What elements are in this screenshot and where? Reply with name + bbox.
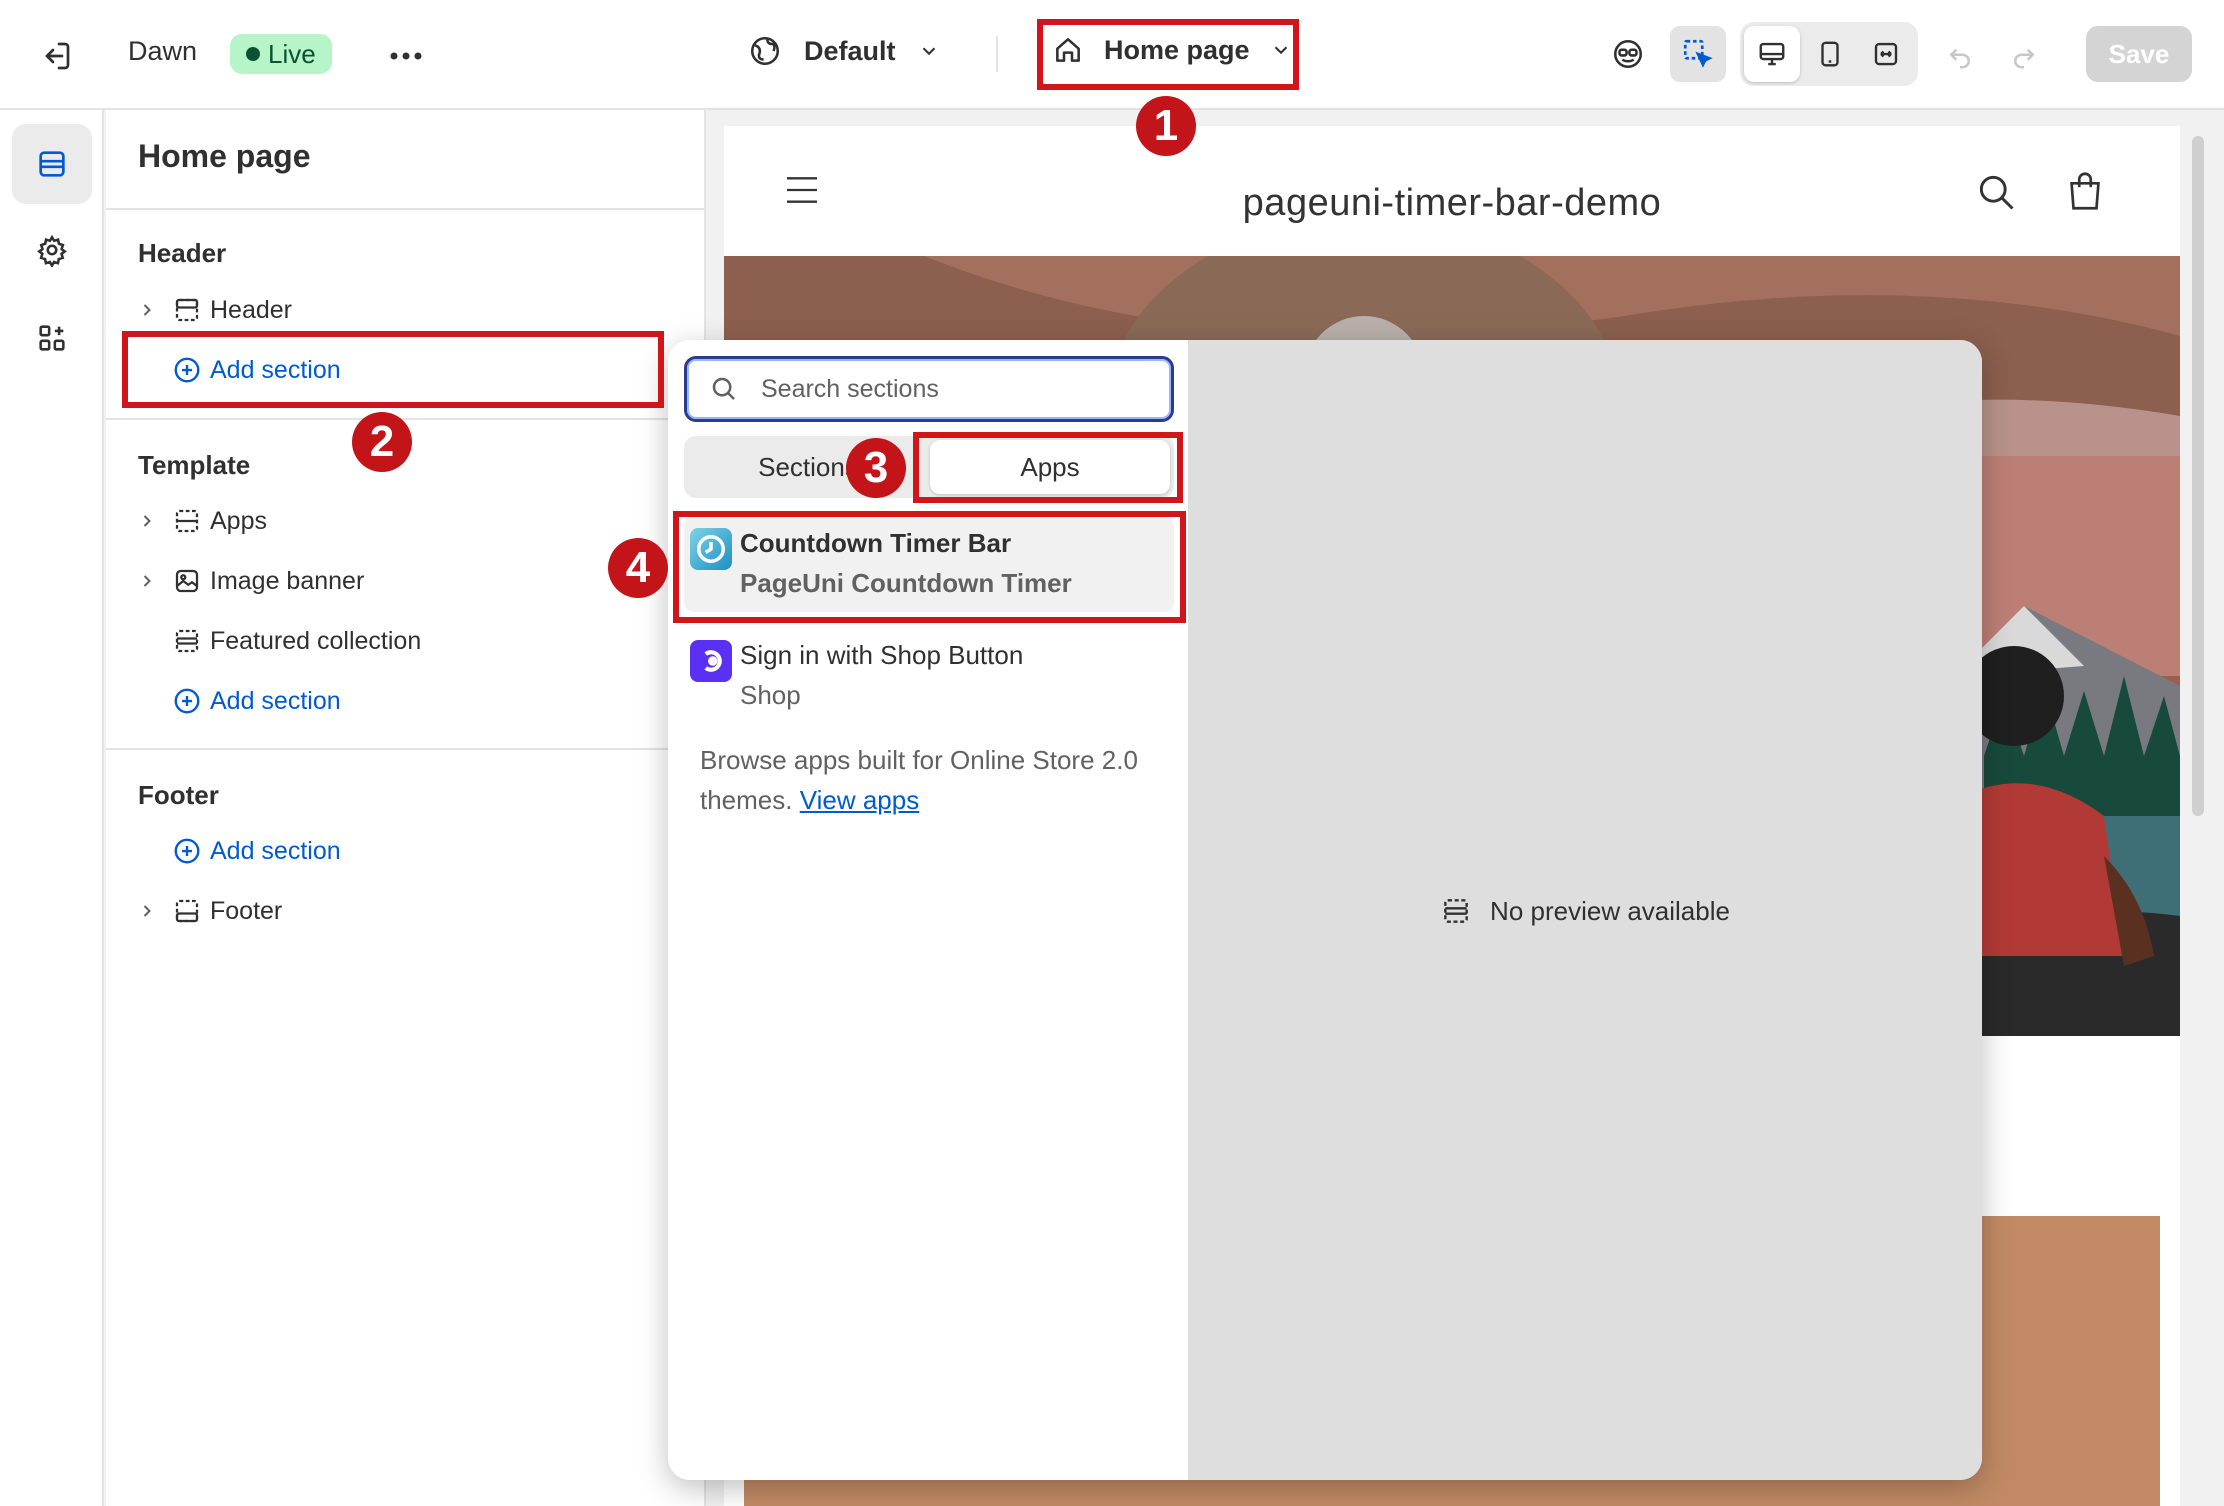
- exit-icon[interactable]: [34, 34, 78, 78]
- apps-section-icon: [164, 506, 210, 536]
- annotation-badge-2: 2: [352, 412, 412, 472]
- add-section-footer-button[interactable]: Add section: [164, 826, 341, 876]
- expand-horizontal-icon: [1871, 39, 1901, 69]
- section-item-label: Image banner: [210, 566, 365, 595]
- fullwidth-view-button[interactable]: [1858, 26, 1914, 82]
- section-item-label: Header: [210, 295, 292, 324]
- annotation-badge-4: 4: [608, 538, 668, 598]
- template-group-heading: Template: [138, 450, 251, 480]
- annotation-box-page-selector: [1037, 19, 1299, 90]
- apps-grid-icon: [35, 321, 69, 355]
- redo-icon[interactable]: [2004, 36, 2044, 76]
- search-placeholder: Search sections: [761, 374, 939, 403]
- section-item-image-banner[interactable]: Image banner: [130, 556, 364, 606]
- popover-preview-pane: No preview available: [1188, 340, 1982, 1480]
- desktop-icon: [1757, 39, 1787, 69]
- search-sections-input[interactable]: Search sections: [684, 356, 1174, 422]
- ellipsis-icon[interactable]: [384, 34, 428, 78]
- section-item-featured-collection[interactable]: Featured collection: [130, 616, 421, 666]
- select-tool-button[interactable]: [1670, 26, 1726, 82]
- save-button[interactable]: Save: [2086, 26, 2192, 82]
- annotation-box-apps-tab: [913, 432, 1183, 503]
- chevron-right-icon[interactable]: [130, 901, 164, 921]
- section-item-label: Footer: [210, 896, 283, 925]
- section-placeholder-icon: [1440, 895, 1472, 927]
- apps-nav-button[interactable]: [12, 298, 92, 378]
- no-preview-label: No preview available: [1490, 895, 1730, 926]
- sections-sidebar: Home page Header Header Add section Temp…: [106, 110, 706, 1506]
- search-icon[interactable]: [1974, 170, 2018, 214]
- chevron-right-icon[interactable]: [130, 511, 164, 531]
- app-vendor: Shop: [740, 680, 801, 710]
- divider: [106, 418, 706, 420]
- divider: [106, 748, 706, 750]
- annotation-badge-3: 3: [846, 438, 906, 498]
- shop-logo-icon: [690, 640, 732, 682]
- add-section-template-button[interactable]: Add section: [164, 676, 341, 726]
- annotation-badge-1: 1: [1136, 96, 1196, 156]
- cursor-select-icon: [1681, 37, 1715, 71]
- app-name: Sign in with Shop Button: [740, 640, 1024, 670]
- sections-icon: [35, 147, 69, 181]
- plus-circle-icon: [164, 686, 210, 716]
- section-item-label: Apps: [210, 506, 267, 535]
- no-preview-message: No preview available: [1188, 895, 1982, 927]
- header-section-icon: [164, 295, 210, 325]
- store-title: pageuni-timer-bar-demo: [1242, 182, 1662, 224]
- footer-group-heading: Footer: [138, 780, 219, 810]
- desktop-view-button[interactable]: [1744, 26, 1800, 82]
- browse-apps-text: Browse apps built for Online Store 2.0 t…: [700, 740, 1160, 820]
- chevron-down-icon: [918, 40, 940, 62]
- theme-name: Dawn: [128, 36, 198, 66]
- annotation-box-add-section: [122, 331, 664, 408]
- inspector-icon[interactable]: [1606, 32, 1650, 76]
- section-item-label: Featured collection: [210, 626, 422, 655]
- mobile-view-button[interactable]: [1802, 26, 1858, 82]
- section-item-footer[interactable]: Footer: [130, 886, 282, 936]
- add-section-label: Add section: [210, 836, 341, 865]
- cart-icon[interactable]: [2062, 168, 2108, 214]
- preview-scrollbar[interactable]: [2188, 126, 2208, 1506]
- gear-icon: [35, 233, 69, 267]
- market-selector[interactable]: Default: [748, 34, 940, 68]
- globe-icon: [748, 34, 782, 68]
- plus-circle-icon: [164, 836, 210, 866]
- section-item-apps[interactable]: Apps: [130, 496, 267, 546]
- page-title: Home page: [138, 138, 311, 174]
- header-group-heading: Header: [138, 238, 227, 268]
- collection-section-icon: [164, 626, 210, 656]
- footer-section-icon: [164, 896, 210, 926]
- editor-nav-rail: [0, 110, 104, 1506]
- view-apps-link[interactable]: View apps: [800, 785, 920, 815]
- undo-icon[interactable]: [1940, 36, 1980, 76]
- live-badge: Live: [230, 34, 332, 74]
- search-icon: [709, 374, 739, 404]
- section-item-header[interactable]: Header: [130, 285, 292, 335]
- chevron-right-icon[interactable]: [130, 571, 164, 591]
- app-block-sign-in-with-shop[interactable]: Sign in with Shop Button Shop: [684, 628, 1174, 724]
- live-badge-label: Live: [268, 38, 316, 69]
- scrollbar-thumb[interactable]: [2192, 136, 2204, 816]
- mobile-icon: [1815, 39, 1845, 69]
- divider: [106, 208, 706, 210]
- annotation-box-countdown-app: [673, 511, 1186, 623]
- market-label: Default: [804, 35, 896, 66]
- chevron-right-icon[interactable]: [130, 300, 164, 320]
- settings-nav-button[interactable]: [12, 210, 92, 290]
- sections-nav-button[interactable]: [12, 124, 92, 204]
- toolbar-divider: [996, 36, 998, 72]
- image-icon: [164, 566, 210, 596]
- add-section-label: Add section: [210, 686, 341, 715]
